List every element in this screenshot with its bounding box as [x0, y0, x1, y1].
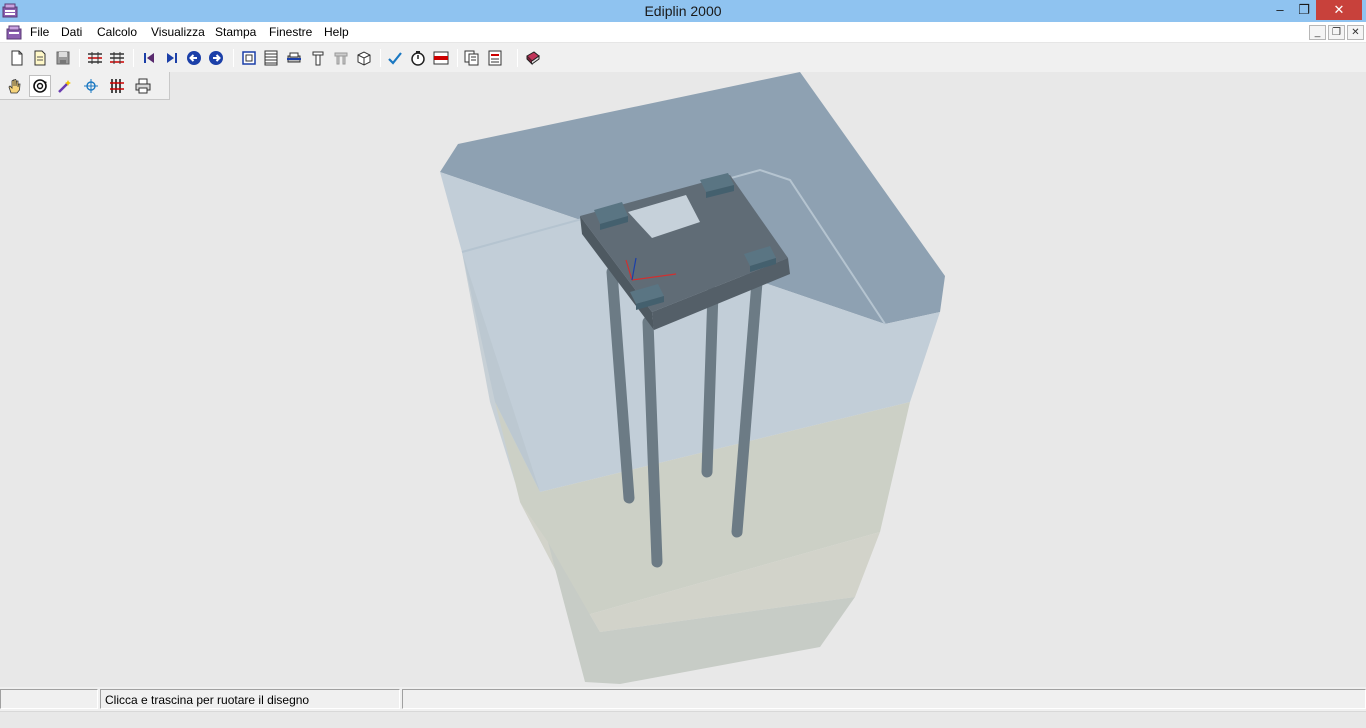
3d-view-icon[interactable] — [355, 49, 373, 67]
toolbar-separator — [133, 49, 134, 67]
grid-data-icon[interactable] — [86, 49, 104, 67]
save-icon[interactable] — [54, 49, 72, 67]
maximize-button[interactable]: ❐ — [1290, 0, 1318, 20]
view-toolbar — [0, 72, 170, 100]
status-bar: Clicca e trascina per ruotare il disegno — [0, 687, 1366, 728]
results-icon[interactable] — [432, 49, 450, 67]
status-pane-right — [402, 689, 1366, 709]
mdi-restore-button[interactable]: ❐ — [1328, 25, 1345, 40]
piles-grid-icon[interactable] — [108, 77, 126, 95]
crosshair-icon[interactable] — [82, 77, 100, 95]
toolbar-separator — [79, 49, 80, 67]
pile-foundation-3d-drawing[interactable] — [0, 72, 1366, 687]
menu-help[interactable]: Help — [324, 25, 349, 39]
report-icon[interactable] — [486, 49, 504, 67]
toolbar-separator — [233, 49, 234, 67]
status-message: Clicca e trascina per ruotare il disegno — [100, 689, 400, 709]
status-bottom-strip — [0, 711, 1366, 728]
close-button[interactable]: ✕ — [1316, 0, 1362, 20]
pan-hand-icon[interactable] — [5, 77, 23, 95]
mdi-minimize-button[interactable]: _ — [1309, 25, 1326, 40]
open-file-icon[interactable] — [31, 49, 49, 67]
disabled-icon[interactable] — [332, 49, 350, 67]
mdi-close-button[interactable]: ✕ — [1347, 25, 1364, 40]
last-record-icon[interactable] — [163, 49, 181, 67]
first-record-icon[interactable] — [140, 49, 158, 67]
toolbar-separator — [380, 49, 381, 67]
printer-icon[interactable] — [134, 77, 152, 95]
menu-finestre[interactable]: Finestre — [269, 25, 312, 39]
back-arrow-icon[interactable] — [185, 49, 203, 67]
toolbar-separator — [457, 49, 458, 67]
timer-icon[interactable] — [409, 49, 427, 67]
table-icon[interactable] — [262, 49, 280, 67]
window-title: Ediplin 2000 — [644, 3, 722, 19]
main-toolbar — [0, 44, 1366, 72]
menu-calcolo[interactable]: Calcolo — [97, 25, 137, 39]
menu-dati[interactable]: Dati — [61, 25, 82, 39]
document-icon[interactable] — [6, 25, 22, 40]
book-icon[interactable] — [524, 49, 542, 67]
copy-pages-icon[interactable] — [463, 49, 481, 67]
toolbar-separator — [517, 49, 518, 67]
zoom-extents-icon[interactable] — [240, 49, 258, 67]
new-file-icon[interactable] — [8, 49, 26, 67]
drawing-viewport[interactable] — [0, 72, 1366, 687]
menu-visualizza[interactable]: Visualizza — [151, 25, 205, 39]
rotate-icon[interactable] — [29, 75, 51, 97]
check-icon[interactable] — [386, 49, 404, 67]
menu-stampa[interactable]: Stampa — [215, 25, 256, 39]
pile — [701, 286, 719, 478]
title-bar: Ediplin 2000 – ❐ ✕ — [0, 0, 1366, 22]
menu-bar: File Dati Calcolo Visualizza Stampa Fine… — [0, 22, 1366, 43]
magic-wand-icon[interactable] — [56, 77, 74, 95]
menu-file[interactable]: File — [30, 25, 49, 39]
pile-section-icon[interactable] — [309, 49, 327, 67]
forward-arrow-icon[interactable] — [207, 49, 225, 67]
grid-data-alt-icon[interactable] — [108, 49, 126, 67]
print-preview-icon[interactable] — [285, 49, 303, 67]
status-pane-left — [0, 689, 98, 709]
